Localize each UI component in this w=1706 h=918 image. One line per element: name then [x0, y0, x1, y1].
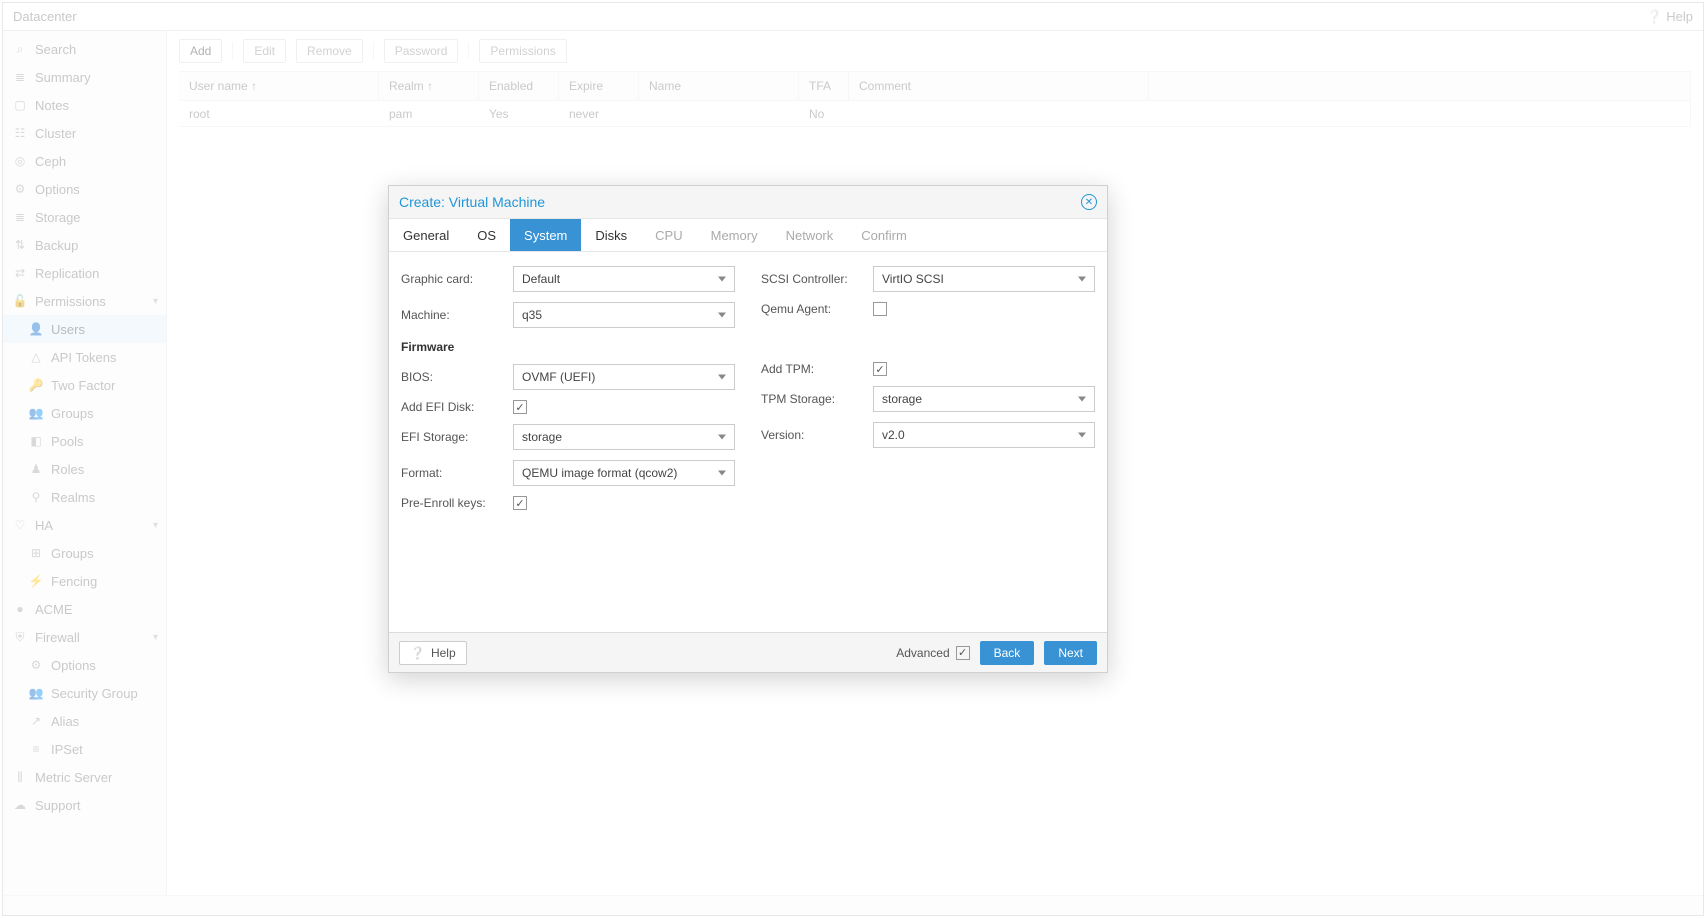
format-value: QEMU image format (qcow2) — [522, 466, 677, 480]
efi-storage-select[interactable]: storage — [513, 424, 735, 450]
next-button[interactable]: Next — [1044, 641, 1097, 665]
version-select[interactable]: v2.0 — [873, 422, 1095, 448]
dialog-help-label: Help — [431, 646, 456, 660]
pre-enroll-keys-label: Pre-Enroll keys: — [401, 496, 505, 510]
tab-network: Network — [772, 219, 848, 251]
version-value: v2.0 — [882, 428, 905, 442]
add-efi-disk-label: Add EFI Disk: — [401, 400, 505, 414]
dialog-title: Create: Virtual Machine — [399, 194, 545, 210]
format-select[interactable]: QEMU image format (qcow2) — [513, 460, 735, 486]
pre-enroll-keys-checkbox[interactable]: ✓ — [513, 496, 527, 510]
dialog-body: Graphic card: Default Machine: q35 Firmw… — [389, 252, 1107, 632]
qemu-agent-checkbox[interactable] — [873, 302, 887, 316]
qemu-agent-label: Qemu Agent: — [761, 302, 865, 316]
advanced-checkbox[interactable]: ✓ — [956, 646, 970, 660]
scsi-controller-value: VirtIO SCSI — [882, 272, 944, 286]
tab-cpu: CPU — [641, 219, 696, 251]
bios-value: OVMF (UEFI) — [522, 370, 595, 384]
graphic-card-select[interactable]: Default — [513, 266, 735, 292]
advanced-label: Advanced — [896, 646, 949, 660]
efi-storage-value: storage — [522, 430, 562, 444]
tpm-storage-select[interactable]: storage — [873, 386, 1095, 412]
version-label: Version: — [761, 428, 865, 442]
advanced-toggle[interactable]: Advanced ✓ — [896, 646, 969, 660]
help-icon: ❔ — [410, 646, 425, 660]
dialog-help-button[interactable]: ❔ Help — [399, 641, 467, 665]
machine-value: q35 — [522, 308, 542, 322]
tab-system[interactable]: System — [510, 219, 581, 251]
dialog-footer: ❔ Help Advanced ✓ Back Next — [389, 632, 1107, 672]
machine-label: Machine: — [401, 308, 505, 322]
tpm-storage-value: storage — [882, 392, 922, 406]
graphic-card-value: Default — [522, 272, 560, 286]
format-label: Format: — [401, 466, 505, 480]
tab-confirm: Confirm — [847, 219, 921, 251]
dialog-tabs: GeneralOSSystemDisksCPUMemoryNetworkConf… — [389, 218, 1107, 252]
back-button[interactable]: Back — [980, 641, 1035, 665]
scsi-controller-label: SCSI Controller: — [761, 272, 865, 286]
bios-label: BIOS: — [401, 370, 505, 384]
scsi-controller-select[interactable]: VirtIO SCSI — [873, 266, 1095, 292]
tpm-storage-label: TPM Storage: — [761, 392, 865, 406]
add-efi-disk-checkbox[interactable]: ✓ — [513, 400, 527, 414]
add-tpm-checkbox[interactable]: ✓ — [873, 362, 887, 376]
efi-storage-label: EFI Storage: — [401, 430, 505, 444]
tab-general[interactable]: General — [389, 219, 463, 251]
graphic-card-label: Graphic card: — [401, 272, 505, 286]
add-tpm-label: Add TPM: — [761, 362, 865, 376]
tab-os[interactable]: OS — [463, 219, 510, 251]
dialog-titlebar: Create: Virtual Machine ✕ — [389, 186, 1107, 218]
machine-select[interactable]: q35 — [513, 302, 735, 328]
firmware-heading: Firmware — [401, 340, 735, 354]
bios-select[interactable]: OVMF (UEFI) — [513, 364, 735, 390]
tab-disks[interactable]: Disks — [581, 219, 641, 251]
create-vm-dialog: Create: Virtual Machine ✕ GeneralOSSyste… — [388, 185, 1108, 673]
tab-memory: Memory — [697, 219, 772, 251]
close-icon[interactable]: ✕ — [1081, 194, 1097, 210]
